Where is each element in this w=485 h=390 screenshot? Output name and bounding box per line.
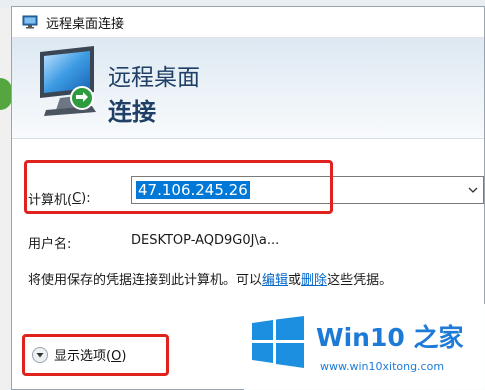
expand-down-icon[interactable] [32, 346, 48, 363]
window-title: 远程桌面连接 [46, 16, 125, 32]
remote-desktop-monitor-icon [40, 46, 96, 116]
credentials-info: 将使用保存的凭据连接到此计算机。可以编辑或删除这些凭据。 [28, 273, 393, 288]
banner-title-line2: 连接 [108, 98, 156, 126]
computer-combobox[interactable]: 47.106.245.26 [131, 176, 484, 204]
edit-credentials-link[interactable]: 编辑 [262, 273, 288, 288]
windows-logo-icon [252, 316, 304, 368]
win10-watermark: Win10 之家 www.win10xitong.com [244, 304, 485, 390]
computer-input-value[interactable]: 47.106.245.26 [136, 181, 250, 199]
chevron-down-icon[interactable] [467, 184, 479, 196]
title-bar[interactable]: 远程桌面连接 [12, 7, 484, 38]
header-banner: 远程桌面 连接 [12, 38, 484, 139]
watermark-url: www.win10xitong.com [320, 360, 445, 373]
watermark-title: Win10 之家 [316, 323, 464, 352]
username-value: DESKTOP-AQD9G0J\a... [131, 233, 280, 248]
computer-access-key: C [72, 190, 82, 206]
show-options-toggle[interactable]: 显示选项(O) [32, 345, 126, 364]
delete-credentials-link[interactable]: 删除 [301, 273, 327, 288]
computer-label: 计算机(C): [28, 190, 91, 208]
show-options-label[interactable]: 显示选项(O) [54, 345, 126, 364]
banner-title-line1: 远程桌面 [108, 65, 200, 91]
username-label: 用户名: [28, 237, 72, 252]
remote-desktop-app-icon [22, 15, 38, 29]
